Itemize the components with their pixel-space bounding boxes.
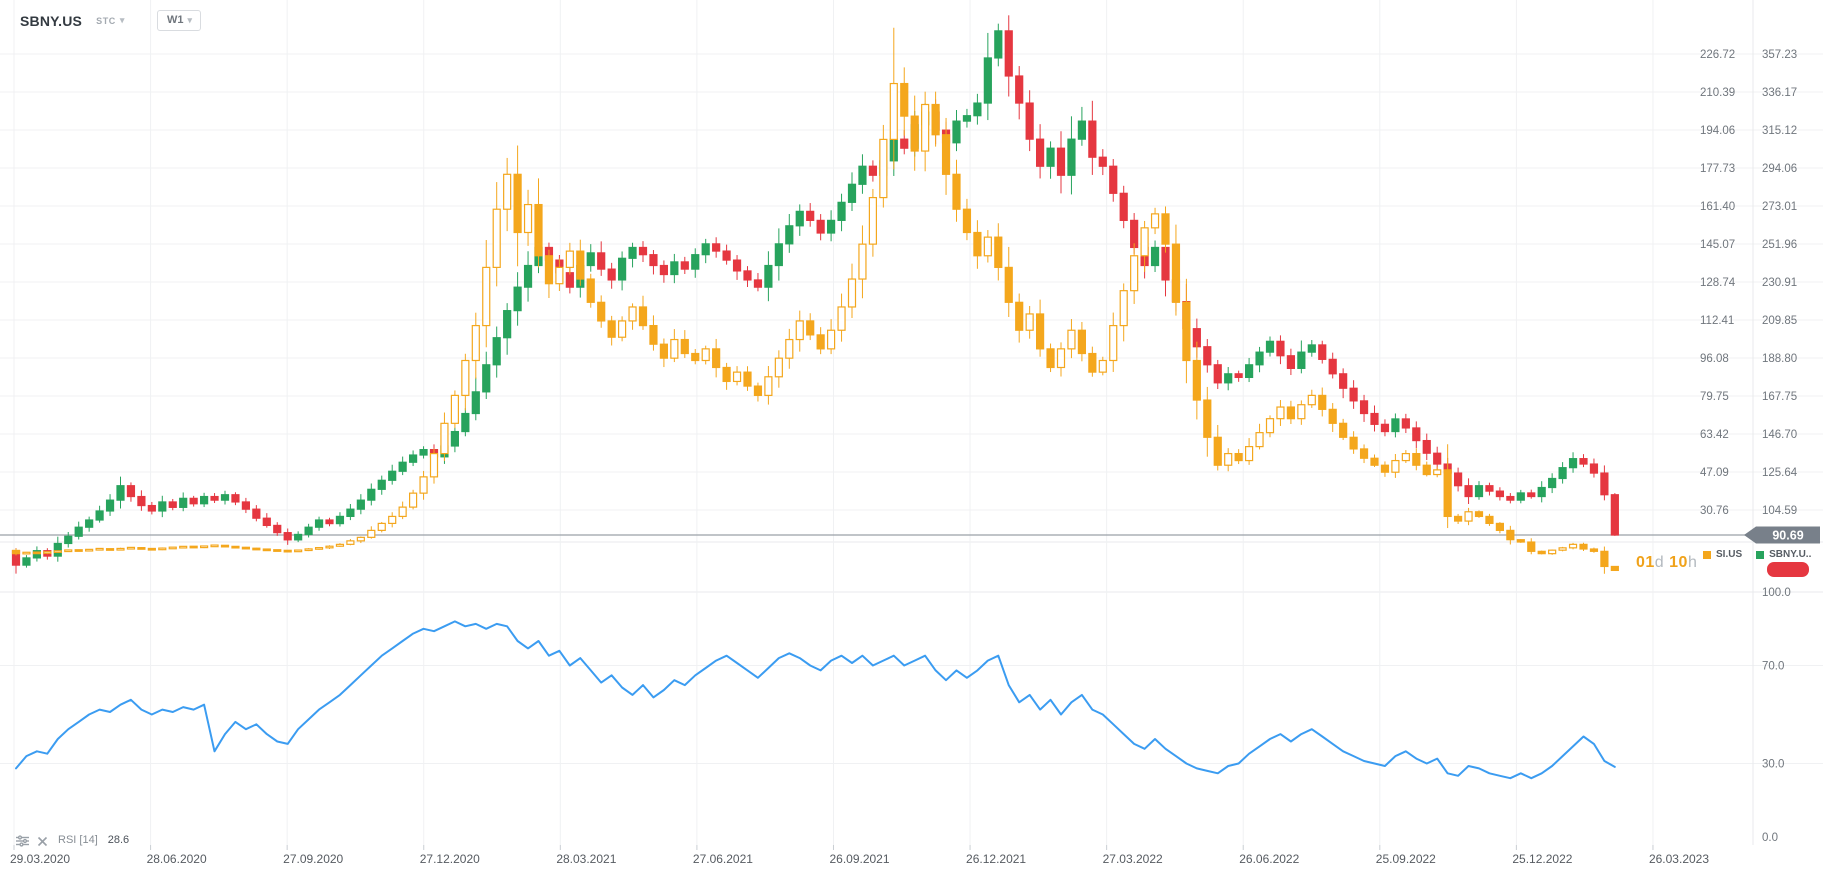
symbol-title: SBNY.US: [20, 12, 83, 29]
countdown-hours: 10: [1669, 554, 1688, 571]
svg-text:251.96: 251.96: [1762, 239, 1797, 251]
indicator-name: RSI [14]: [58, 834, 98, 846]
svg-text:27.06.2021: 27.06.2021: [693, 852, 753, 866]
svg-text:90.69: 90.69: [1772, 529, 1803, 543]
svg-text:47.09: 47.09: [1700, 467, 1729, 479]
svg-text:27.12.2020: 27.12.2020: [420, 852, 480, 866]
svg-text:28.06.2020: 28.06.2020: [147, 852, 207, 866]
svg-text:294.06: 294.06: [1762, 163, 1797, 175]
svg-text:167.75: 167.75: [1762, 391, 1797, 403]
svg-text:112.41: 112.41: [1700, 315, 1734, 327]
svg-text:177.73: 177.73: [1700, 163, 1735, 175]
svg-text:230.91: 230.91: [1762, 277, 1797, 289]
svg-text:30.76: 30.76: [1700, 505, 1729, 517]
svg-text:336.17: 336.17: [1762, 87, 1797, 99]
timeframe-label: W1: [167, 14, 184, 26]
svg-text:70.0: 70.0: [1762, 661, 1784, 673]
svg-text:27.03.2022: 27.03.2022: [1103, 852, 1163, 866]
svg-text:79.75: 79.75: [1700, 391, 1729, 403]
svg-text:25.09.2022: 25.09.2022: [1376, 852, 1436, 866]
countdown-days: 01: [1636, 554, 1655, 571]
svg-text:28.03.2021: 28.03.2021: [556, 852, 616, 866]
indicator-row: RSI [14] 28.6: [16, 834, 130, 847]
trading-chart-app: 226.72 357.23 210.39 336.17 194.06 315.12 177.…: [0, 0, 1823, 876]
timeframe-button[interactable]: W1 ▾: [157, 10, 202, 31]
indicator-settings-icon[interactable]: [16, 834, 29, 847]
sbny-series-swatch: [1756, 550, 1765, 559]
svg-text:161.40: 161.40: [1700, 201, 1735, 213]
svg-text:209.85: 209.85: [1762, 315, 1797, 327]
chart-header: SBNY.US STC ▾ W1 ▾: [20, 10, 202, 31]
svg-text:25.12.2022: 25.12.2022: [1512, 852, 1572, 866]
svg-text:29.03.2020: 29.03.2020: [10, 852, 70, 866]
svg-text:194.06: 194.06: [1700, 125, 1735, 137]
sbny-us-candles: [11, 15, 1619, 574]
svg-text:145.07: 145.07: [1700, 239, 1735, 251]
si-us-candles: [11, 27, 1619, 574]
svg-text:26.03.2023: 26.03.2023: [1649, 852, 1709, 866]
svg-text:63.42: 63.42: [1700, 429, 1729, 441]
rsi-line: [15, 620, 1616, 780]
svg-text:26.06.2022: 26.06.2022: [1239, 852, 1299, 866]
legend-label-si: SI.US: [1716, 549, 1743, 560]
svg-text:26.12.2021: 26.12.2021: [966, 852, 1026, 866]
svg-text:188.80: 188.80: [1762, 353, 1797, 365]
svg-text:315.12: 315.12: [1762, 125, 1797, 137]
legend-label-sbny: SBNY.U..: [1769, 549, 1812, 560]
si-series-swatch: [1703, 550, 1711, 559]
svg-text:30.0: 30.0: [1762, 759, 1784, 771]
svg-text:226.72: 226.72: [1700, 49, 1735, 61]
svg-text:26.09.2021: 26.09.2021: [829, 852, 889, 866]
date-axis[interactable]: 29.03.2020 28.06.2020 27.09.2020 27.12.2020…: [10, 845, 1709, 866]
svg-text:100.0: 100.0: [1762, 587, 1791, 599]
exchange-label: STC: [96, 15, 116, 26]
sbny-price-badge: [1767, 562, 1809, 577]
indicator-remove-icon[interactable]: [37, 834, 50, 847]
svg-text:146.70: 146.70: [1762, 429, 1797, 441]
svg-text:96.08: 96.08: [1700, 353, 1729, 365]
svg-text:357.23: 357.23: [1762, 49, 1797, 61]
series-legend: SI.US SBNY.U..: [1703, 549, 1811, 560]
exchange-dropdown[interactable]: STC ▾: [96, 16, 125, 26]
svg-text:104.59: 104.59: [1762, 505, 1797, 517]
chevron-down-icon: ▾: [187, 14, 193, 25]
legend-item-si[interactable]: SI.US: [1703, 549, 1742, 560]
chevron-down-icon: ▾: [119, 15, 126, 25]
svg-text:210.39: 210.39: [1700, 87, 1735, 99]
legend-item-sbny[interactable]: SBNY.U..: [1756, 549, 1811, 560]
indicator-value: 28.6: [107, 834, 130, 846]
current-price-tag: 90.69: [1744, 526, 1820, 544]
svg-text:0.0: 0.0: [1762, 832, 1778, 844]
svg-text:128.74: 128.74: [1700, 277, 1736, 289]
svg-text:125.64: 125.64: [1762, 467, 1798, 479]
chart-canvas[interactable]: 226.72 357.23 210.39 336.17 194.06 315.12 177.…: [0, 0, 1823, 876]
market-countdown: 01d 10h: [1636, 554, 1698, 571]
svg-text:273.01: 273.01: [1762, 201, 1797, 213]
svg-text:27.09.2020: 27.09.2020: [283, 852, 343, 866]
